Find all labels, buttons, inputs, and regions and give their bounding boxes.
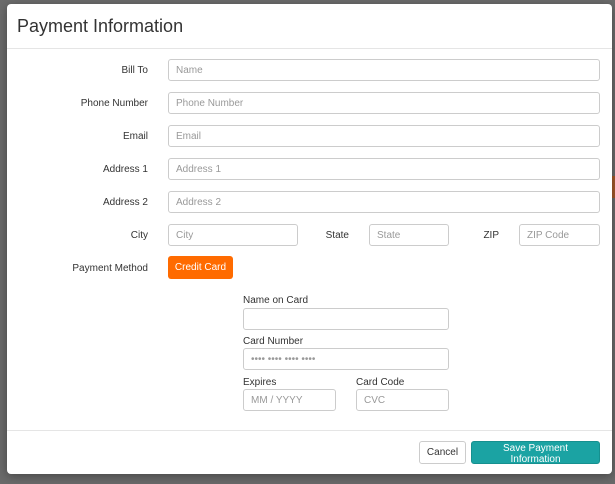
bill-to-label: Bill To (121, 65, 149, 76)
address1-input[interactable] (168, 158, 600, 180)
expires-label: Expires (243, 377, 277, 388)
state-label: State (325, 230, 349, 241)
city-label: City (130, 230, 148, 241)
state-input[interactable] (369, 224, 449, 246)
email-label: Email (122, 131, 148, 142)
card-number-label: Card Number (243, 336, 304, 347)
card-code-label: Card Code (356, 377, 405, 388)
payment-method-label: Payment Method (72, 263, 148, 274)
phone-input[interactable] (168, 92, 600, 114)
name-on-card-label: Name on Card (243, 295, 309, 306)
cancel-button[interactable]: Cancel (419, 441, 466, 464)
save-payment-button[interactable]: Save Payment Information (471, 441, 600, 465)
card-number-input[interactable] (243, 348, 449, 370)
zip-input[interactable] (519, 224, 600, 246)
credit-card-button[interactable]: Credit Card (168, 256, 233, 279)
card-code-input[interactable] (356, 389, 449, 411)
name-on-card-input[interactable] (243, 308, 449, 330)
bill-to-input[interactable] (168, 59, 600, 81)
modal-footer: Cancel Save Payment Information (7, 430, 612, 474)
modal-title: Payment Information (17, 16, 184, 36)
modal-header: Payment Information (7, 4, 612, 49)
address1-label: Address 1 (102, 164, 148, 175)
zip-label: ZIP (483, 230, 499, 241)
phone-label: Phone Number (80, 98, 148, 109)
email-input[interactable] (168, 125, 600, 147)
city-input[interactable] (168, 224, 298, 246)
payment-modal: Payment Information Bill To Phone Number… (7, 4, 612, 474)
address2-label: Address 2 (102, 197, 148, 208)
expires-input[interactable] (243, 389, 336, 411)
address2-input[interactable] (168, 191, 600, 213)
